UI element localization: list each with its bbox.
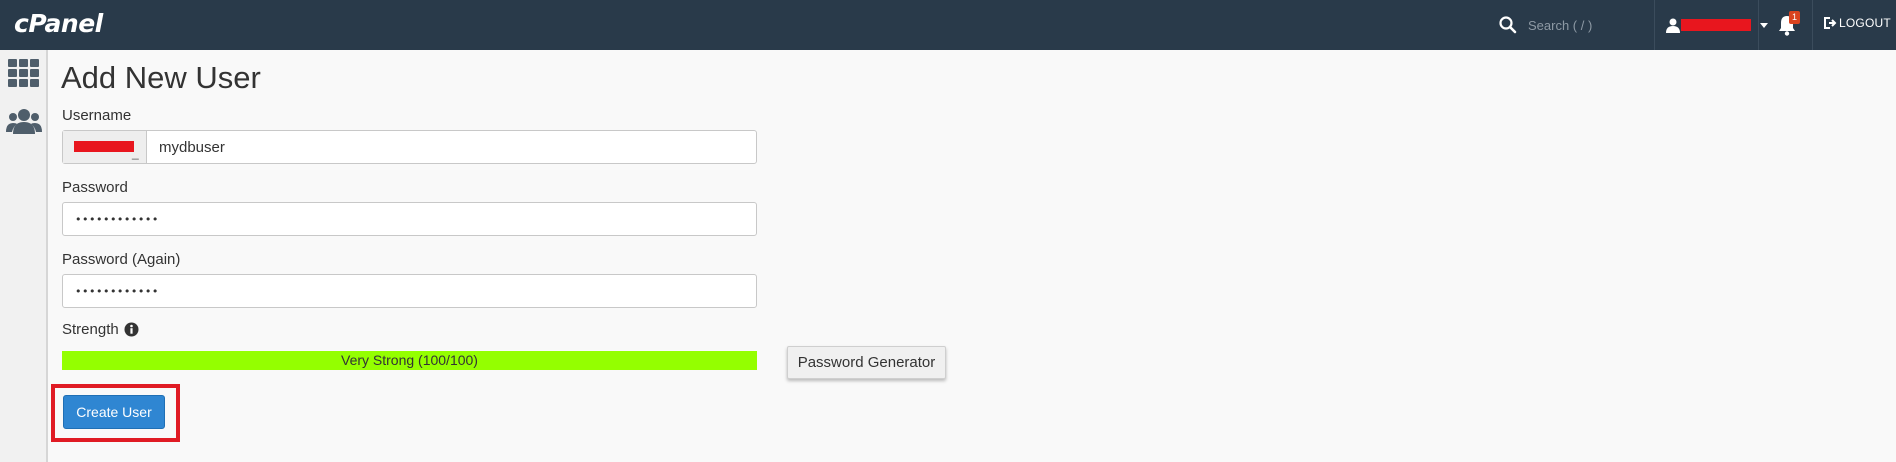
password-again-input[interactable] — [75, 275, 745, 307]
search-input[interactable] — [1528, 14, 1668, 36]
user-menu[interactable] — [1666, 14, 1769, 36]
page-title: Add New User — [61, 60, 261, 95]
username-prefix: _ — [63, 131, 147, 163]
chevron-down-icon — [1760, 23, 1768, 28]
username-field[interactable]: _ — [62, 130, 757, 164]
logout-button[interactable]: LOGOUT — [1823, 16, 1891, 30]
cpanel-logo[interactable]: cPanel — [14, 9, 103, 38]
sidebar — [0, 50, 48, 462]
divider — [1654, 0, 1655, 50]
logout-label: LOGOUT — [1839, 16, 1891, 30]
divider — [1758, 0, 1759, 50]
username-label: Username — [62, 107, 132, 124]
create-user-button[interactable]: Create User — [63, 395, 165, 429]
password-input[interactable] — [75, 203, 745, 235]
grid-icon[interactable] — [8, 59, 40, 89]
search-icon — [1499, 16, 1517, 34]
prefix-redacted — [74, 141, 134, 152]
password-again-label: Password (Again) — [62, 251, 181, 268]
users-icon[interactable] — [6, 108, 42, 134]
password-generator-button[interactable]: Password Generator — [787, 346, 946, 379]
username-redacted — [1681, 19, 1751, 31]
strength-label: Strength — [62, 321, 119, 338]
username-input[interactable] — [159, 131, 749, 163]
logout-icon — [1824, 17, 1837, 29]
password-field[interactable] — [62, 202, 757, 236]
strength-meter: Very Strong (100/100) — [62, 351, 757, 370]
user-icon — [1666, 18, 1680, 33]
top-navbar: cPanel 1 LOGOUT — [0, 0, 1896, 50]
divider — [1812, 0, 1813, 50]
password-again-field[interactable] — [62, 274, 757, 308]
info-icon[interactable] — [124, 322, 139, 337]
notification-badge: 1 — [1789, 11, 1800, 24]
strength-row: Strength — [62, 321, 139, 338]
strength-meter-text: Very Strong (100/100) — [341, 352, 478, 368]
password-label: Password — [62, 179, 128, 196]
search-box[interactable] — [1498, 13, 1668, 37]
